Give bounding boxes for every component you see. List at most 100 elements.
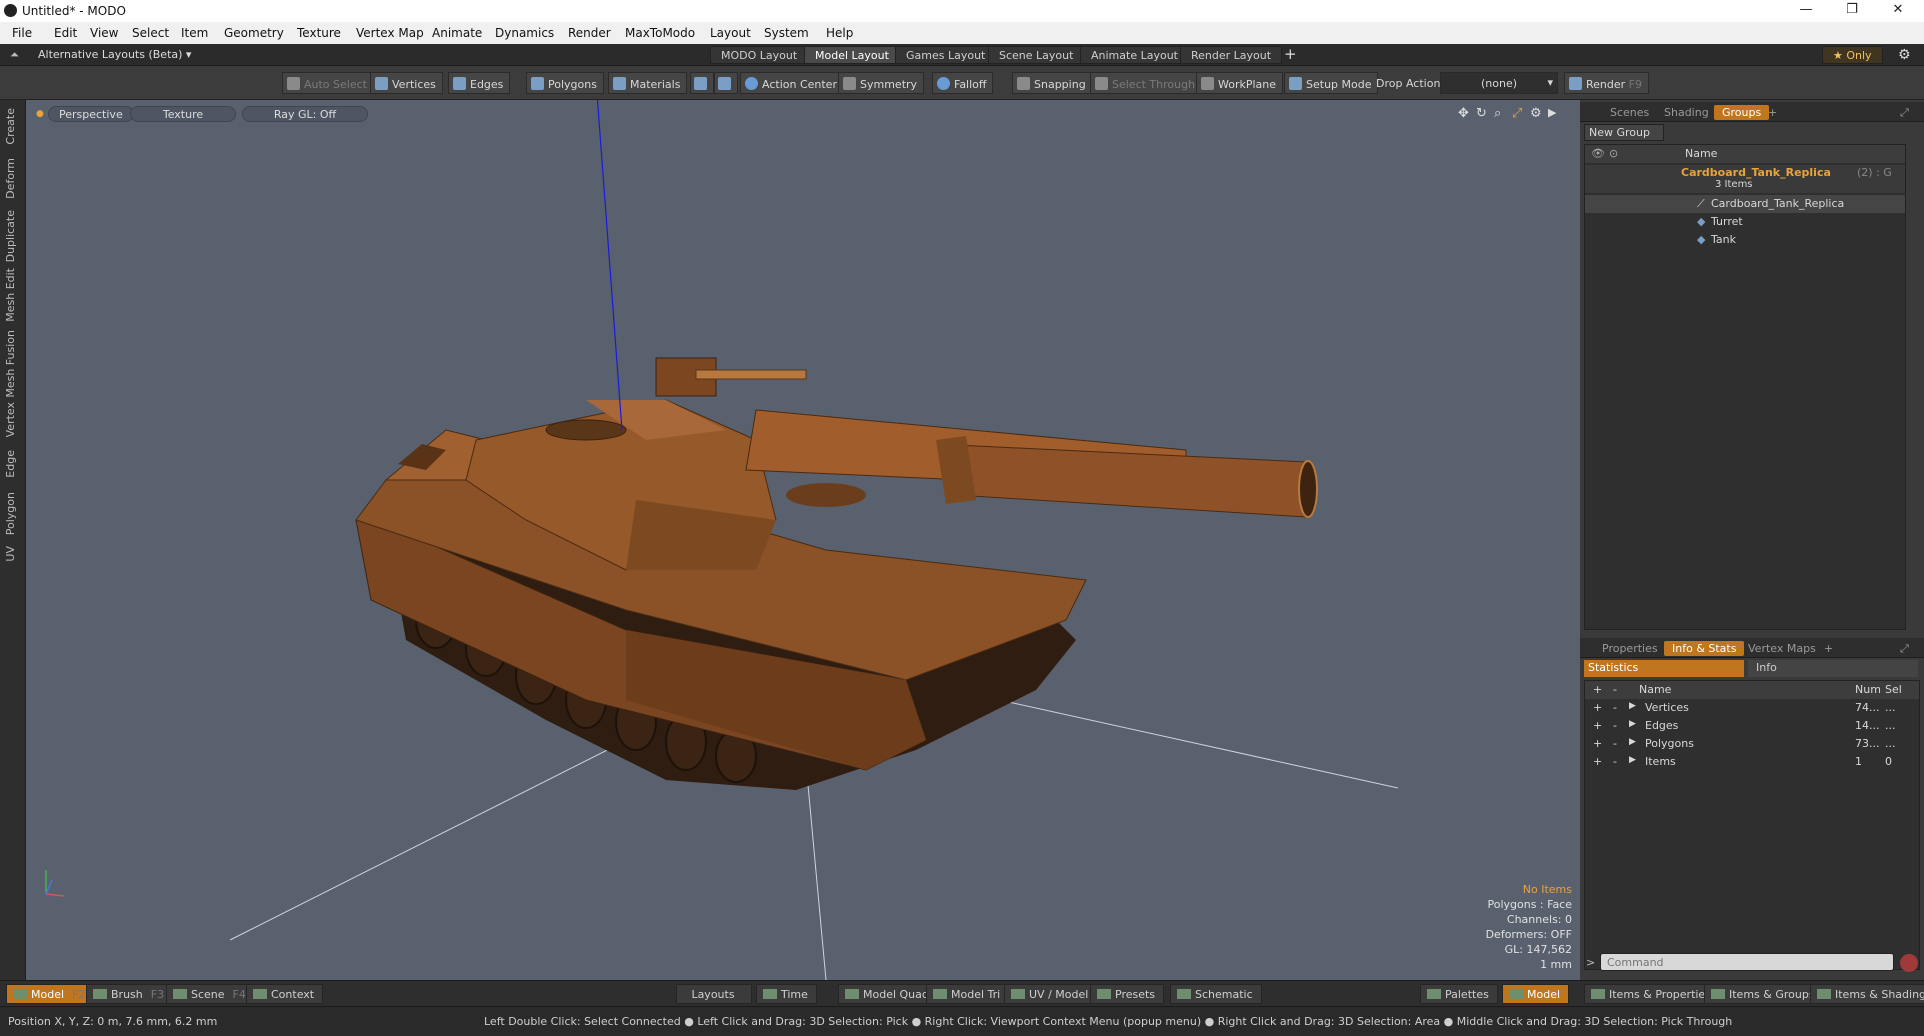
menu-dynamics[interactable]: Dynamics	[495, 26, 554, 40]
menu-item[interactable]: Item	[181, 26, 208, 40]
tree-item-turret[interactable]: ◆ Turret	[1585, 213, 1905, 231]
setup-mode-button[interactable]: Setup Mode	[1284, 72, 1379, 94]
tab-model-layout[interactable]: Model Layout	[804, 46, 900, 64]
layout-presets-button[interactable]: Presets	[1090, 984, 1165, 1004]
tab-polygon[interactable]: Polygon	[4, 492, 17, 535]
menu-file[interactable]: File	[12, 26, 32, 40]
expand-icon[interactable]: +	[1593, 737, 1602, 750]
collapse-icon[interactable]: -	[1613, 701, 1617, 714]
visibility-header-icon[interactable]: 👁	[1591, 147, 1605, 160]
group-row[interactable]: Cardboard_Tank_Replica (2) : G 3 Items	[1585, 165, 1905, 193]
layout-uv-model-button[interactable]: UV / Model	[1004, 984, 1098, 1004]
close-button[interactable]: ✕	[1878, 2, 1918, 20]
model-tab-button[interactable]: Model	[1502, 984, 1570, 1004]
stats-row-polygons[interactable]: + - ▶ Polygons 73... ...	[1585, 735, 1919, 753]
expand-icon[interactable]: +	[1593, 701, 1602, 714]
menu-texture[interactable]: Texture	[297, 26, 341, 40]
chevron-right-icon[interactable]: ▶	[1629, 737, 1636, 747]
command-input[interactable]	[1600, 953, 1894, 971]
tab-create[interactable]: Create	[4, 108, 17, 145]
auto-select-button[interactable]: Auto Select	[282, 72, 374, 94]
menu-edit[interactable]: Edit	[54, 26, 77, 40]
tab-games-layout[interactable]: Games Layout	[895, 46, 997, 64]
expand-icon[interactable]: ⤢	[1892, 641, 1917, 657]
collapse-icon[interactable]: ⏶	[10, 48, 19, 62]
items-shading-button[interactable]: Items & Shading	[1810, 984, 1924, 1004]
render-button[interactable]: Render F9	[1564, 72, 1649, 94]
chevron-right-icon[interactable]: ▶	[1629, 719, 1636, 729]
3d-viewport[interactable]: ● Perspective Texture Ray GL: Off ✥ ↻ ⌕ …	[26, 100, 1580, 980]
minimize-button[interactable]: —	[1786, 2, 1826, 20]
materials-button[interactable]: Materials	[608, 72, 688, 94]
select-through-button[interactable]: Select Through	[1090, 72, 1203, 94]
tree-item-tank[interactable]: ◆ Tank	[1585, 231, 1905, 249]
tab-modo-layout[interactable]: MODO Layout	[710, 46, 809, 64]
gear-icon[interactable]: ⚙	[1898, 47, 1911, 63]
expand-icon[interactable]: +	[1593, 755, 1602, 768]
menu-system[interactable]: System	[764, 26, 809, 40]
layout-schematic-button[interactable]: Schematic	[1170, 984, 1262, 1004]
tab-scenes[interactable]: Scenes	[1602, 105, 1657, 120]
stats-row-vertices[interactable]: + - ▶ Vertices 74... ...	[1585, 699, 1919, 717]
expand-all-icon[interactable]: +	[1593, 683, 1602, 696]
palettes-button[interactable]: Palettes	[1420, 984, 1498, 1004]
stats-row-items[interactable]: + - ▶ Items 1 0	[1585, 753, 1919, 771]
tab-scene-layout[interactable]: Scene Layout	[988, 46, 1085, 64]
tab-render-layout[interactable]: Render Layout	[1180, 46, 1283, 64]
menu-geometry[interactable]: Geometry	[224, 26, 284, 40]
select-mode-2-button[interactable]	[714, 72, 738, 94]
drop-action-select[interactable]: (none) ▾	[1440, 72, 1558, 94]
menu-vertex-map[interactable]: Vertex Map	[356, 26, 424, 40]
collapse-icon[interactable]: -	[1613, 719, 1617, 732]
tab-mesh-fusion[interactable]: Mesh Fusion	[4, 330, 17, 398]
add-tab-icon[interactable]: +	[1816, 641, 1841, 656]
stats-row-edges[interactable]: + - ▶ Edges 14... ...	[1585, 717, 1919, 735]
edges-button[interactable]: Edges	[448, 72, 511, 94]
chevron-right-icon[interactable]: ▶	[1629, 755, 1636, 765]
tab-animate-layout[interactable]: Animate Layout	[1080, 46, 1189, 64]
add-layout-button[interactable]: +	[1284, 45, 1297, 63]
vertices-button[interactable]: Vertices	[370, 72, 443, 94]
record-icon[interactable]	[1900, 954, 1918, 972]
collapse-icon[interactable]: -	[1613, 737, 1617, 750]
statistics-tab[interactable]: Statistics	[1584, 660, 1744, 677]
restore-button[interactable]: ❐	[1832, 2, 1872, 20]
tank-model[interactable]	[355, 357, 1318, 790]
menu-layout[interactable]: Layout	[710, 26, 751, 40]
lock-header-icon[interactable]: ⊙	[1609, 147, 1618, 160]
mode-context-button[interactable]: Context	[246, 984, 324, 1004]
tab-vertex[interactable]: Vertex	[4, 402, 17, 437]
menu-view[interactable]: View	[90, 26, 118, 40]
expand-icon[interactable]: ⤢	[1892, 105, 1917, 121]
layout-model-tri-button[interactable]: Model Tri	[926, 984, 1010, 1004]
tab-edge[interactable]: Edge	[4, 450, 17, 478]
only-toggle[interactable]: ★ Only	[1822, 46, 1883, 64]
add-tab-icon[interactable]: +	[1760, 105, 1785, 120]
menu-animate[interactable]: Animate	[432, 26, 482, 40]
items-properties-button[interactable]: Items & Properties	[1584, 984, 1720, 1004]
tree-item-cardboard-tank[interactable]: ⟋ Cardboard_Tank_Replica	[1585, 195, 1905, 213]
chevron-right-icon[interactable]: ▶	[1629, 701, 1636, 711]
action-center-button[interactable]: Action Center	[740, 72, 844, 94]
collapse-icon[interactable]: -	[1613, 755, 1617, 768]
menu-maxtomodo[interactable]: MaxToModo	[625, 26, 695, 40]
mode-brush-button[interactable]: Brush F3	[86, 984, 174, 1004]
collapse-all-icon[interactable]: -	[1613, 683, 1617, 696]
layouts-button[interactable]: Layouts	[676, 984, 752, 1004]
items-groups-button[interactable]: Items & Groups	[1704, 984, 1824, 1004]
tab-uv[interactable]: UV	[4, 546, 17, 562]
expand-icon[interactable]: +	[1593, 719, 1602, 732]
tab-duplicate[interactable]: Duplicate	[4, 210, 17, 262]
tab-deform[interactable]: Deform	[4, 158, 17, 199]
menu-render[interactable]: Render	[568, 26, 611, 40]
tab-shading[interactable]: Shading	[1656, 105, 1717, 120]
info-tab[interactable]: Info	[1748, 660, 1918, 677]
menu-select[interactable]: Select	[132, 26, 169, 40]
new-group-button[interactable]: New Group	[1584, 124, 1664, 141]
layout-time-button[interactable]: Time	[756, 984, 817, 1004]
mode-scene-button[interactable]: Scene F4	[166, 984, 255, 1004]
menu-help[interactable]: Help	[826, 26, 853, 40]
select-mode-button[interactable]	[690, 72, 714, 94]
falloff-button[interactable]: Falloff	[932, 72, 994, 94]
tab-mesh-edit[interactable]: Mesh Edit	[4, 268, 17, 322]
